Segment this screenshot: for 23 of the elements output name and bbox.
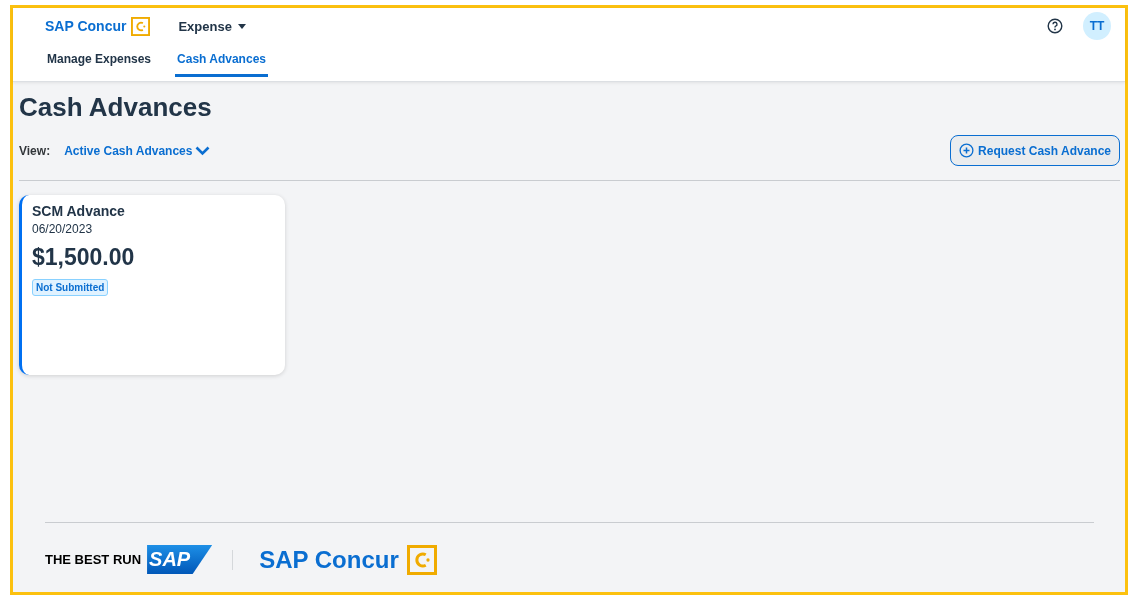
card-amount: $1,500.00 (32, 244, 135, 271)
brand-logo: SAP Concur (45, 18, 127, 34)
page-title: Cash Advances (19, 92, 213, 123)
card-title: SCM Advance (32, 203, 125, 219)
sap-logo: SAP (147, 545, 213, 574)
footer-brand-logo: SAP Concur (259, 545, 399, 574)
concur-logo-icon (406, 544, 437, 575)
view-dropdown[interactable]: Active Cash Advances (64, 143, 211, 158)
nav-tab[interactable]: Manage Expenses (45, 46, 154, 77)
user-avatar[interactable]: TT (1083, 12, 1111, 40)
concur-logo-icon (131, 16, 151, 36)
plus-circle-icon (959, 143, 975, 158)
status-badge: Not Submitted (32, 279, 109, 296)
card-date: 06/20/2023 (32, 222, 93, 236)
view-label: View: (19, 143, 51, 158)
tagline: THE BEST RUN (45, 552, 142, 567)
product-menu[interactable]: Expense (178, 16, 246, 36)
nav-tab[interactable]: Cash Advances (175, 46, 268, 77)
request-cash-advance-button[interactable]: Request Cash Advance (950, 135, 1120, 166)
caret-icon (237, 23, 246, 29)
help-icon[interactable] (1047, 18, 1063, 34)
chevron-down-icon (195, 145, 211, 156)
cash-advance-card[interactable]: SCM Advance 06/20/2023 $1,500.00 Not Submitted (19, 195, 285, 375)
